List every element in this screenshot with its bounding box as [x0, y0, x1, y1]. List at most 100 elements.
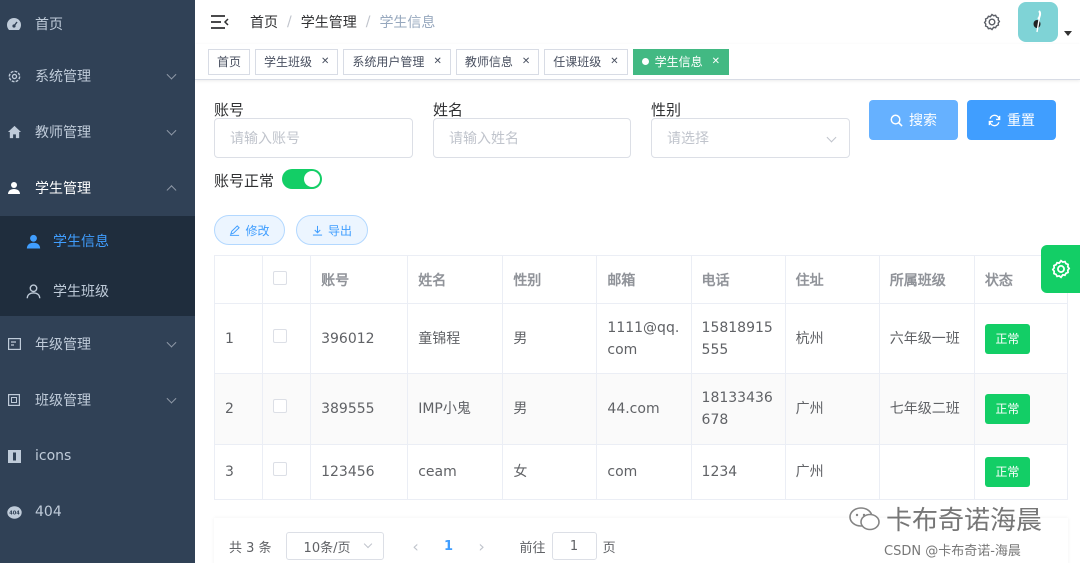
row-checkbox[interactable] — [273, 328, 288, 343]
cell-phone: 18133436678 — [691, 373, 786, 445]
breadcrumb-home[interactable]: 首页 — [250, 12, 278, 32]
caret-down-icon[interactable] — [1064, 31, 1072, 36]
reset-button[interactable]: 重置 — [967, 100, 1056, 140]
sidebar-item-label: 404 — [35, 504, 62, 520]
status-switch-label: 账号正常 — [214, 172, 275, 190]
status-switch[interactable] — [282, 169, 322, 189]
main-content: 账号 请输入账号 姓名 请输入姓名 性别 请选择 搜索 重置 账号正常 修改 导… — [195, 80, 1080, 563]
edit-button[interactable]: 修改 — [214, 215, 285, 245]
sidebar-item-home[interactable]: 首页 — [0, 0, 195, 48]
sidebar-subitem-student-class[interactable]: 学生班级 — [0, 266, 195, 316]
chevron-down-icon — [166, 393, 177, 404]
edit-icon — [230, 224, 241, 236]
hamburger-icon[interactable] — [210, 12, 230, 32]
cell-name: ceam — [407, 444, 504, 500]
cell-status: 正常 — [974, 444, 1069, 500]
tag-student-class[interactable]: 学生班级 ✕ — [255, 48, 339, 75]
user-outline-icon — [25, 283, 41, 299]
tag-system-users[interactable]: 系统用户管理 ✕ — [343, 48, 451, 75]
watermark: 卡布奇诺海晨 — [848, 500, 1042, 537]
sidebar-item-teacher[interactable]: 教师管理 — [0, 104, 195, 160]
sidebar-item-label: 教师管理 — [35, 125, 91, 141]
sidebar-item-icons[interactable]: icons — [0, 428, 195, 484]
close-icon[interactable]: ✕ — [522, 56, 530, 67]
avatar[interactable] — [1018, 2, 1058, 42]
close-icon[interactable]: ✕ — [433, 56, 441, 67]
row-checkbox[interactable] — [273, 399, 288, 413]
tag-student-info[interactable]: 学生信息 ✕ — [632, 48, 730, 75]
sidebar-item-404[interactable]: 404 404 — [0, 484, 195, 540]
cell-account: 123456 — [310, 444, 409, 500]
gender-select[interactable]: 请选择 — [651, 118, 850, 158]
close-icon[interactable]: ✕ — [610, 56, 618, 67]
tag-label: 系统用户管理 — [352, 55, 425, 69]
cell-account: 389555 — [310, 373, 409, 445]
cell-account: 396012 — [310, 303, 409, 374]
status-button[interactable]: 正常 — [984, 394, 1030, 424]
tag-label: 学生班级 — [264, 55, 313, 69]
cell-address: 广州 — [785, 373, 880, 445]
cell-status: 正常 — [974, 373, 1069, 445]
tag-teacher-info[interactable]: 教师信息 ✕ — [455, 48, 540, 75]
close-icon[interactable]: ✕ — [321, 56, 329, 67]
sidebar-item-label: 学生信息 — [53, 234, 109, 250]
cell-gender: 男 — [502, 303, 598, 374]
breadcrumb-student-management[interactable]: 学生管理 — [301, 12, 357, 32]
icons-icon — [6, 448, 22, 464]
export-button[interactable]: 导出 — [296, 215, 368, 245]
page-size-select[interactable]: 10条/页 — [285, 532, 384, 560]
cell-select — [262, 303, 312, 374]
sidebar-item-grade[interactable]: 年级管理 — [0, 316, 195, 372]
cell-address: 广州 — [785, 444, 880, 500]
gender-placeholder: 请选择 — [667, 131, 709, 147]
cell-select — [262, 444, 312, 500]
cell-name: 童锦程 — [407, 303, 504, 374]
watermark-text: 卡布奇诺海晨 — [886, 506, 1043, 536]
page-number[interactable]: 1 — [434, 539, 464, 554]
goto-page-value: 1 — [569, 538, 579, 554]
table-row[interactable]: 2 389555 IMP小鬼 男 44.com 18133436678 广州 七… — [214, 373, 1069, 445]
tag-home[interactable]: 首页 — [208, 48, 251, 75]
cell-class — [879, 444, 975, 500]
name-placeholder: 请输入姓名 — [449, 131, 519, 147]
goto-prefix: 前往 — [519, 540, 546, 556]
tag-teaching-class[interactable]: 任课班级 ✕ — [544, 48, 628, 75]
chevron-down-icon — [166, 69, 177, 80]
row-checkbox[interactable] — [273, 462, 288, 476]
404-icon: 404 — [6, 504, 22, 520]
search-button[interactable]: 搜索 — [869, 100, 958, 140]
sidebar-item-label: 系统管理 — [35, 69, 91, 85]
account-input[interactable]: 请输入账号 — [214, 118, 413, 158]
column-header-name: 姓名 — [407, 255, 504, 304]
edit-button-label: 修改 — [245, 223, 270, 238]
sidebar-subitem-student-info[interactable]: 学生信息 — [0, 216, 195, 266]
next-page-icon[interactable]: › — [472, 537, 492, 556]
prev-page-icon[interactable]: ‹ — [406, 537, 426, 556]
cell-phone: 1234 — [691, 444, 786, 500]
account-label: 账号 — [214, 101, 245, 119]
floating-settings-button[interactable] — [1041, 245, 1080, 293]
sidebar-item-label: 年级管理 — [35, 337, 91, 353]
tag-label: 学生信息 — [654, 55, 703, 69]
table-row[interactable]: 1 396012 童锦程 男 1111@qq.com 15818915555 杭… — [214, 303, 1069, 374]
name-input[interactable]: 请输入姓名 — [433, 118, 631, 158]
table-row[interactable]: 3 123456 ceam 女 com 1234 广州 正常 — [214, 444, 1069, 500]
status-button[interactable]: 正常 — [984, 457, 1030, 487]
status-button[interactable]: 正常 — [984, 323, 1030, 354]
sidebar-item-system[interactable]: 系统管理 — [0, 48, 195, 104]
close-icon[interactable]: ✕ — [712, 56, 720, 67]
sidebar-item-student[interactable]: 学生管理 — [0, 160, 195, 216]
search-icon — [890, 114, 903, 127]
sidebar-item-label: icons — [35, 448, 72, 464]
student-table: 账号 姓名 性别 邮箱 电话 住址 所属班级 状态 1 396012 童锦程 男… — [214, 255, 1069, 500]
goto-page-input[interactable]: 1 — [551, 532, 597, 560]
settings-gear-icon[interactable] — [982, 12, 1002, 32]
grade-icon — [6, 336, 22, 352]
sidebar-item-class[interactable]: 班级管理 — [0, 372, 195, 428]
cell-gender: 女 — [502, 444, 598, 500]
cell-index: 1 — [214, 303, 264, 374]
name-label: 姓名 — [433, 101, 464, 119]
column-header-select[interactable] — [262, 255, 312, 304]
active-dot-icon — [641, 58, 649, 65]
select-all-checkbox[interactable] — [273, 270, 288, 285]
